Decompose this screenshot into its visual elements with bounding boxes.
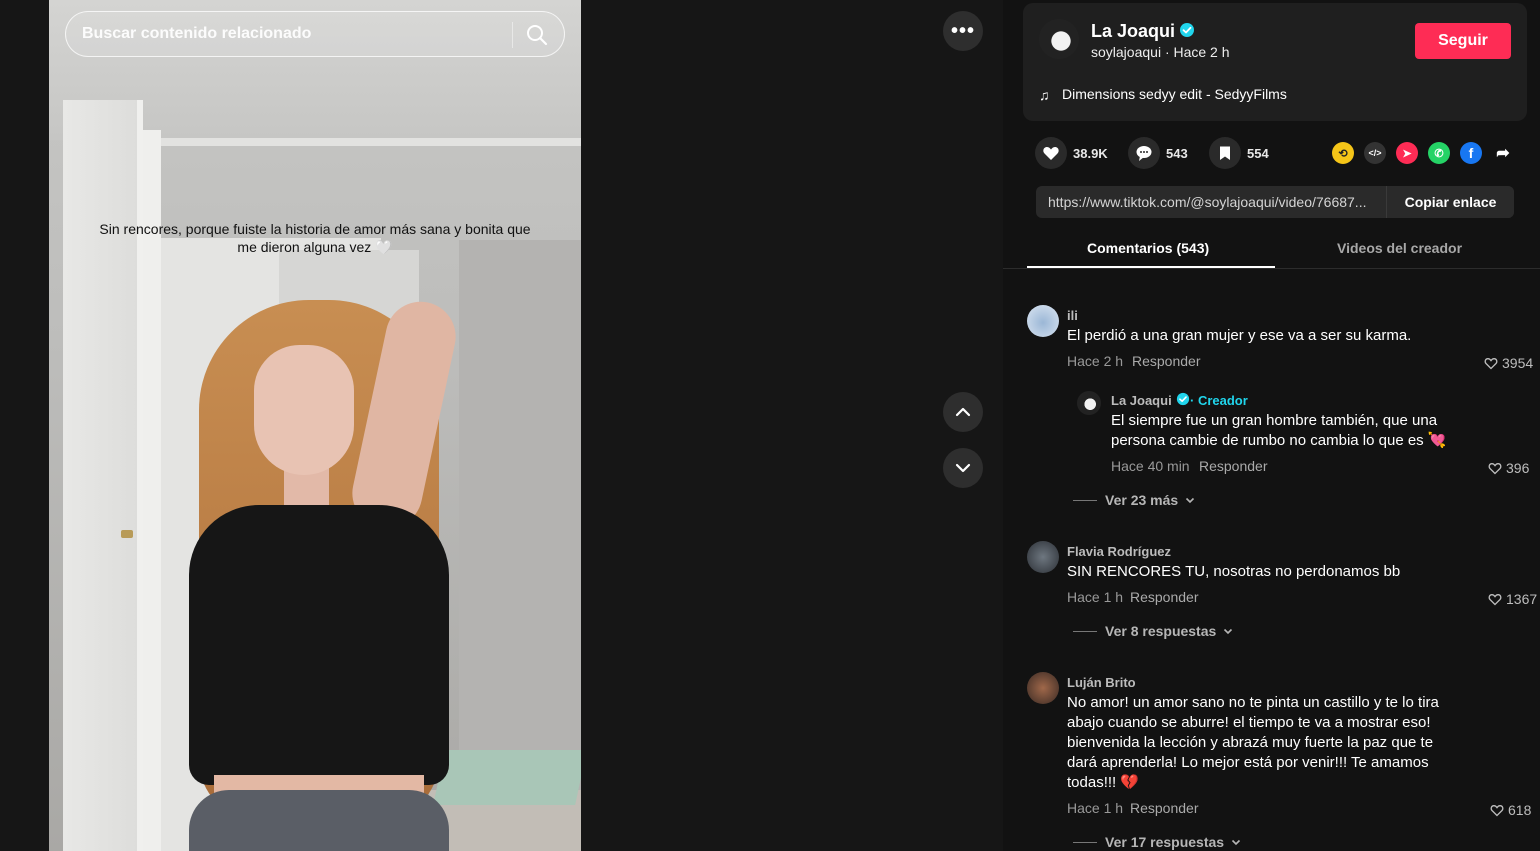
more-options-button[interactable]: ••• — [943, 11, 983, 51]
comment-icon[interactable] — [1128, 137, 1160, 169]
reply-time: Hace 40 min — [1111, 458, 1190, 474]
heart-outline-icon — [1488, 463, 1502, 475]
comment-like-count: 3954 — [1502, 355, 1534, 371]
comment-username[interactable]: Luján Brito — [1067, 675, 1136, 690]
avatar[interactable] — [1027, 541, 1059, 573]
comment-username[interactable]: Flavia Rodríguez — [1067, 544, 1171, 559]
creator-handle-time: soylajoaqui · Hace 2 h — [1091, 44, 1230, 60]
tab-creator-videos[interactable]: Videos del creador — [1337, 240, 1462, 256]
creator-name[interactable]: La Joaqui — [1091, 21, 1175, 42]
scene-door-knob — [121, 530, 133, 538]
reply-like[interactable]: 396 — [1488, 460, 1529, 476]
follow-button[interactable]: Seguir — [1415, 23, 1511, 59]
divider — [1073, 499, 1097, 501]
reply-button[interactable]: Responder — [1132, 353, 1201, 369]
chevron-up-icon — [955, 407, 971, 417]
divider — [1073, 841, 1097, 843]
video-link-box[interactable]: https://www.tiktok.com/@soylajoaqui/vide… — [1036, 186, 1514, 218]
person-jeans — [189, 790, 449, 851]
chevron-down-icon — [1186, 497, 1195, 504]
copy-link-button[interactable]: Copiar enlace — [1386, 186, 1514, 218]
like-stat[interactable]: 38.9K — [1035, 137, 1108, 169]
video-link[interactable]: https://www.tiktok.com/@soylajoaqui/vide… — [1048, 194, 1388, 210]
ellipsis-icon: ••• — [950, 20, 975, 42]
comment-time: Hace 1 h — [1067, 589, 1124, 605]
chevron-down-icon — [955, 463, 971, 473]
chevron-down-icon — [1224, 628, 1233, 635]
comment-like[interactable]: 1367 — [1488, 591, 1537, 607]
facebook-icon[interactable]: f — [1460, 142, 1482, 164]
avatar[interactable] — [1027, 672, 1059, 704]
tab-comments[interactable]: Comentarios (543) — [1087, 240, 1209, 256]
scene-molding — [149, 138, 581, 146]
embed-code-icon[interactable]: </> — [1364, 142, 1386, 164]
search-input[interactable] — [82, 12, 502, 56]
comment-text: El perdió a una gran mujer y ese va a se… — [1067, 327, 1412, 344]
whatsapp-icon[interactable]: ✆ — [1428, 142, 1450, 164]
view-more-replies[interactable]: Ver 17 respuestas — [1073, 834, 1242, 850]
repost-icon[interactable]: ⟲ — [1332, 142, 1354, 164]
comment-like-count: 1367 — [1506, 591, 1538, 607]
avatar[interactable] — [1027, 305, 1059, 337]
comment-like-count: 618 — [1508, 802, 1532, 818]
comment-username[interactable]: ili — [1067, 308, 1078, 323]
tab-divider — [1003, 268, 1540, 269]
reply-button[interactable]: Responder — [1199, 458, 1268, 474]
heart-icon[interactable] — [1035, 137, 1067, 169]
heart-outline-icon — [1484, 358, 1498, 370]
reply-button[interactable]: Responder — [1130, 800, 1199, 816]
creator-badge: · Creador — [1190, 393, 1248, 408]
view-more-label: Ver 23 más — [1105, 492, 1179, 508]
chevron-down-icon — [1232, 839, 1241, 846]
reply-like-count: 396 — [1506, 460, 1530, 476]
comment-like[interactable]: 618 — [1490, 802, 1531, 818]
search-divider — [512, 22, 513, 48]
next-video-button[interactable] — [943, 448, 983, 488]
comment-like[interactable]: 3954 — [1484, 355, 1533, 371]
view-more-label: Ver 17 respuestas — [1105, 834, 1225, 850]
person-face — [254, 345, 354, 475]
search-bar[interactable] — [65, 11, 565, 57]
reply-text: El siempre fue un gran hombre también, q… — [1111, 412, 1447, 449]
divider — [1073, 630, 1097, 632]
comment-count: 543 — [1166, 145, 1188, 161]
share-arrow-icon[interactable]: ➦ — [1492, 142, 1514, 164]
video-area: Sin rencores, porque fuiste la historia … — [0, 0, 1003, 851]
search-icon[interactable] — [524, 22, 550, 48]
bookmark-icon[interactable] — [1209, 137, 1241, 169]
view-more-label: Ver 8 respuestas — [1105, 623, 1217, 639]
verified-badge-icon — [1180, 23, 1194, 37]
comment-time: Hace 1 h — [1067, 800, 1124, 816]
view-more-replies[interactable]: Ver 23 más — [1073, 492, 1196, 508]
like-count: 38.9K — [1073, 145, 1108, 161]
reply-username[interactable]: La Joaqui — [1111, 393, 1172, 408]
video-caption: Sin rencores, porque fuiste la historia … — [99, 221, 531, 255]
save-count: 554 — [1247, 145, 1269, 161]
send-to-friends-icon[interactable]: ➤ — [1396, 142, 1418, 164]
scene-bath-mat — [433, 750, 581, 805]
save-stat[interactable]: 554 — [1209, 137, 1269, 169]
heart-outline-icon — [1490, 805, 1504, 817]
creator-card: La Joaqui soylajoaqui · Hace 2 h Seguir … — [1023, 3, 1527, 121]
scene-door — [63, 100, 143, 851]
comment-text: SIN RENCORES TU, nosotras no perdonamos … — [1067, 563, 1401, 580]
tiktok-video-page: Sin rencores, porque fuiste la historia … — [0, 0, 1540, 851]
music-note-icon: ♫ — [1039, 87, 1050, 103]
avatar[interactable] — [1039, 19, 1079, 59]
heart-outline-icon — [1488, 594, 1502, 606]
reply-button[interactable]: Responder — [1130, 589, 1199, 605]
comment-time: Hace 2 h — [1067, 353, 1124, 369]
comment-stat[interactable]: 543 — [1128, 137, 1188, 169]
video-player[interactable] — [49, 0, 581, 851]
previous-video-button[interactable] — [943, 392, 983, 432]
person-shirt — [189, 505, 449, 785]
view-more-replies[interactable]: Ver 8 respuestas — [1073, 623, 1234, 639]
avatar[interactable] — [1077, 391, 1101, 415]
comment-text: No amor! un amor sano no te pinta un cas… — [1067, 694, 1439, 791]
verified-badge-icon — [1176, 392, 1190, 406]
music-link[interactable]: Dimensions sedyy edit - SedyyFilms — [1062, 86, 1287, 102]
